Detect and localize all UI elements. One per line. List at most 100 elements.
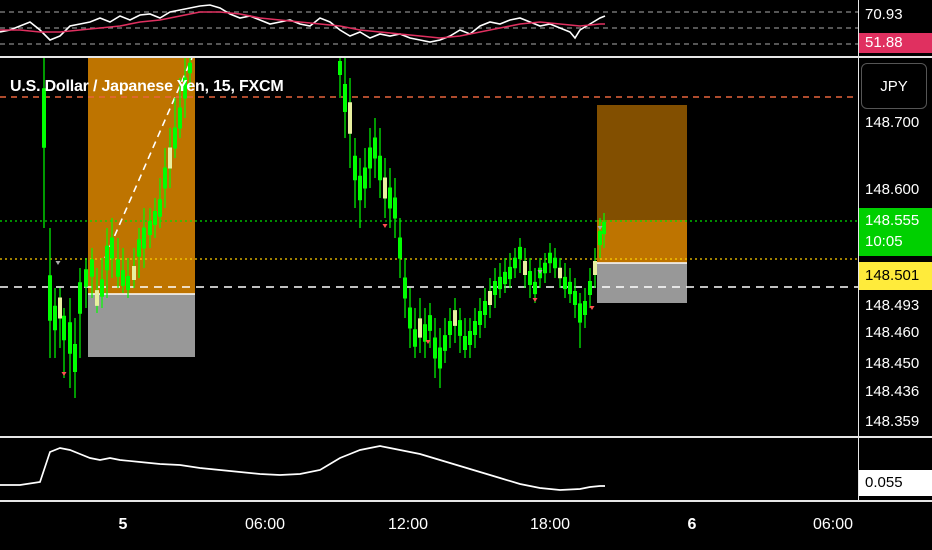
candle-body [513, 257, 517, 269]
candle-body [478, 311, 482, 325]
main-price-chart[interactable]: U.S. Dollar / Japanese Yen, 15, FXCM [0, 58, 858, 436]
candle-body [110, 237, 114, 259]
price-label: 148.436 [865, 383, 920, 400]
candle-body [413, 329, 417, 347]
candle-body [448, 321, 452, 335]
candle-body [116, 259, 120, 277]
oscillator-chart [0, 445, 605, 491]
price-label: 148.450 [865, 355, 920, 372]
candle-body [488, 291, 492, 305]
candle-body [593, 261, 597, 275]
candle-body [153, 211, 157, 225]
candle-body [428, 315, 432, 331]
chart-title: U.S. Dollar / Japanese Yen, 15, FXCM [10, 78, 284, 95]
candle-body [528, 271, 532, 285]
candle-body [353, 155, 357, 181]
candle-body [42, 88, 46, 148]
rsi-line [0, 4, 606, 43]
candle-body [602, 221, 606, 235]
target-zone-right-upper [597, 105, 687, 220]
price-axis[interactable]: 70.93 51.88 JPY 148.700 148.600 148.555 … [859, 0, 932, 500]
candle-body [518, 246, 522, 260]
candle-body [90, 259, 94, 277]
candle-body [373, 137, 377, 159]
candle-body [95, 290, 99, 306]
candle-body [142, 227, 146, 249]
candle-body [68, 322, 72, 354]
rsi-value-white: 70.93 [865, 6, 903, 23]
candle-body [493, 281, 497, 295]
time-label: 12:00 [387, 516, 429, 533]
candle-body [548, 252, 552, 264]
candle-body [463, 336, 467, 350]
candle-body [148, 221, 152, 235]
candle-body [358, 175, 362, 201]
yellow-price-badge: 148.501 [859, 262, 932, 290]
price-label: 148.493 [865, 297, 920, 314]
candle-body [458, 320, 462, 336]
candle-body [598, 231, 602, 245]
oscillator-panel[interactable] [0, 440, 858, 500]
currency-button[interactable]: JPY [861, 63, 927, 109]
candle-body [58, 297, 62, 319]
signal-marker [55, 261, 61, 265]
signal-marker [382, 224, 388, 228]
candle-body [473, 321, 477, 335]
candle-body [523, 261, 527, 275]
candle-body [583, 301, 587, 315]
candle-body [158, 199, 162, 217]
time-axis[interactable]: 5 06:00 12:00 18:00 6 06:00 [0, 502, 858, 550]
time-label: 6 [687, 516, 697, 533]
candle-body [53, 305, 57, 331]
candle-body [543, 262, 547, 274]
price-label: 148.600 [865, 181, 920, 198]
candle-body [393, 197, 397, 219]
candle-body [62, 315, 66, 341]
candle-body [573, 291, 577, 305]
time-label: 18:00 [529, 516, 571, 533]
candle-body [343, 84, 347, 112]
stop-zone-right [597, 263, 687, 303]
candle-body [408, 307, 412, 329]
candle-body [553, 257, 557, 269]
candle-body [468, 331, 472, 345]
candle-body [84, 269, 88, 287]
candle-body [578, 303, 582, 323]
candle-body [403, 277, 407, 299]
time-label: 5 [118, 516, 128, 533]
candle-body [48, 275, 52, 321]
rsi-value-badge: 51.88 [859, 33, 932, 53]
rsi-panel[interactable] [0, 0, 858, 56]
price-label: 148.460 [865, 324, 920, 341]
candle-body [498, 276, 502, 290]
candle-body [100, 279, 104, 297]
time-label: 06:00 [812, 516, 854, 533]
candle-body [73, 344, 77, 372]
current-price: 148.555 [865, 212, 920, 229]
signal-marker [532, 298, 538, 302]
current-price-badge: 148.555 10:05 [859, 208, 932, 256]
candle-body [121, 270, 125, 286]
candle-body [398, 237, 402, 259]
candle-body [126, 276, 130, 290]
candle-body [163, 167, 167, 189]
candle-body [78, 282, 82, 314]
rsi-chart [0, 4, 858, 45]
signal-marker [61, 372, 67, 376]
candle-body [443, 335, 447, 351]
candle-body [188, 62, 192, 74]
time-label: 06:00 [244, 516, 286, 533]
candle-body [132, 266, 136, 280]
candle-body [178, 107, 182, 129]
oscillator-value-badge: 0.055 [859, 470, 932, 496]
candle-body [378, 155, 382, 181]
candle-body [558, 267, 562, 279]
pane-divider[interactable] [0, 436, 932, 438]
candle-body [105, 245, 109, 271]
candle-body [368, 147, 372, 169]
target-zone-right-lower [597, 220, 687, 263]
candle-body [137, 239, 141, 257]
candle-body [438, 347, 442, 369]
candle-body [453, 310, 457, 326]
candle-body [383, 177, 387, 199]
